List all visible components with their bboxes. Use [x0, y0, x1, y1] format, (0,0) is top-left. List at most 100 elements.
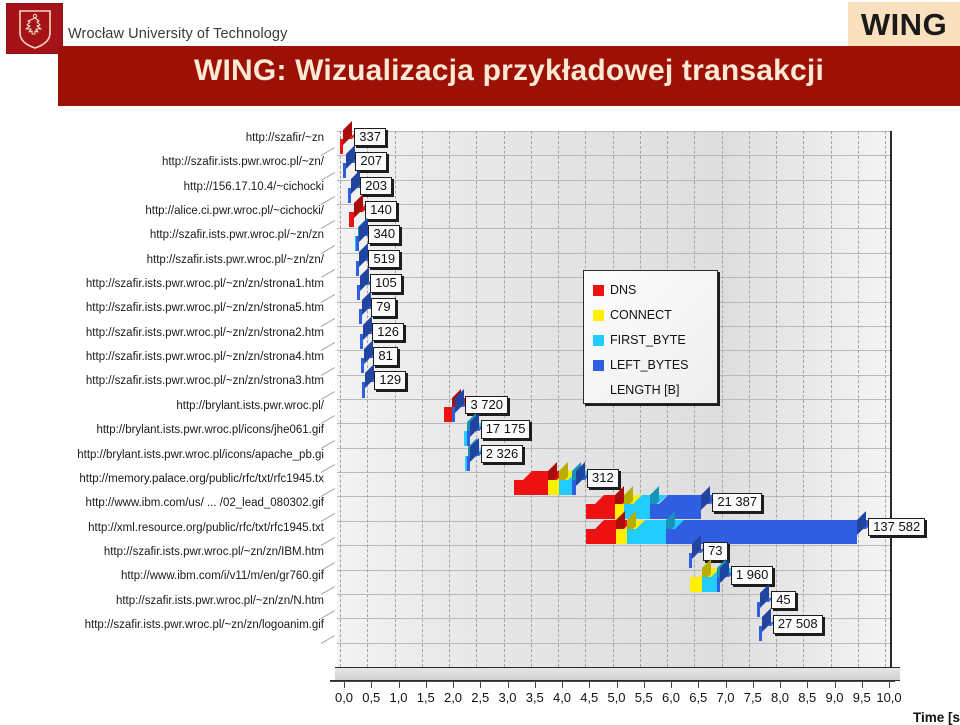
- y-axis-tick-label: http://szafir.ists.pwr.wroc.pl/~zn/zn/: [146, 253, 324, 266]
- legend-item[interactable]: DNS: [593, 283, 636, 297]
- plot-area: DNS CONNECT FIRST_BYTE LEFT_BYTES LENGTH [B]…: [320, 120, 960, 725]
- legend-color-swatch: [593, 334, 604, 346]
- legend-color-swatch: [593, 359, 604, 371]
- bar-segment-dns[interactable]: [514, 461, 567, 495]
- bar-segment-face: [361, 382, 365, 398]
- bar-segment-left-bytes[interactable]: [358, 291, 380, 325]
- bar-segment-left-bytes[interactable]: [357, 266, 379, 301]
- bar-segment-connect[interactable]: [548, 461, 578, 495]
- legend-color-swatch: [593, 284, 604, 296]
- wing-badge: WING: [848, 2, 960, 46]
- bar-segment-face: [688, 552, 693, 569]
- x-axis-tick: [425, 681, 427, 688]
- bar-segment-first-byte[interactable]: [626, 510, 685, 544]
- x-axis-tick-label: 9,5: [852, 690, 871, 705]
- legend-color-swatch: [593, 385, 604, 396]
- grid-line-vertical: [776, 131, 777, 667]
- bar-segment-face: [571, 479, 576, 495]
- bar-value-label: 17 175: [480, 420, 531, 439]
- legend-item[interactable]: LENGTH [B]: [593, 383, 679, 397]
- x-axis-tick: [507, 681, 509, 688]
- bar-segment-face: [347, 187, 351, 203]
- legend-item[interactable]: LEFT_BYTES: [593, 358, 689, 372]
- y-axis-tick-strip: [320, 131, 337, 667]
- legend-label: FIRST_BYTE: [610, 333, 686, 347]
- page-title: WING: Wizualizacja przykładowej transakc…: [194, 54, 824, 87]
- y-axis-tick-label: http://memory.palace.org/public/rfc/txt/…: [79, 472, 324, 485]
- x-axis-tick-label: 0,0: [334, 690, 354, 705]
- grid-line-vertical: [803, 131, 805, 667]
- bar-segment-left-bytes[interactable]: [359, 315, 381, 349]
- bar-segment-face: [689, 577, 702, 593]
- bar-segment-dns[interactable]: [349, 193, 373, 227]
- bar-segment-left-bytes[interactable]: [688, 534, 711, 569]
- bar-segment-left-bytes[interactable]: [342, 145, 364, 179]
- x-axis-tick: [807, 681, 809, 688]
- bar-segment-left-bytes[interactable]: [758, 608, 780, 642]
- bar-segment-face: [758, 626, 762, 642]
- bar-value-label: 340: [368, 225, 401, 244]
- bar-segment-left-bytes[interactable]: [360, 340, 382, 374]
- grid-line-vertical: [449, 131, 450, 667]
- grid-line-vertical: [857, 131, 859, 667]
- bar-segment-left-bytes[interactable]: [361, 364, 383, 398]
- x-axis-line: [330, 681, 895, 682]
- y-axis-tick-label: http://156.17.10.4/~cichocki: [183, 180, 324, 193]
- x-axis-tick: [344, 681, 345, 688]
- bar-segment-left-bytes[interactable]: [451, 388, 473, 422]
- bar-segment-left-bytes[interactable]: [649, 486, 720, 520]
- y-axis-tick-label: http://szafir/~zn: [245, 131, 324, 144]
- y-axis-labels: http://szafir/~zn http://szafir.ists.pwr.…: [0, 131, 330, 676]
- y-axis-tick-label: http://szafir.ists.pwr.wroc.pl/~zn/zn/st…: [85, 277, 324, 290]
- bar-value-label: 207: [355, 152, 388, 171]
- y-axis-tick-label: http://szafir.ists.pwr.wroc.pl/~zn/zn/st…: [85, 375, 324, 388]
- x-axis-tick: [889, 681, 890, 688]
- x-axis-tick-label: 9,0: [825, 690, 844, 705]
- grid-line-vertical: [558, 131, 559, 667]
- x-axis-tick: [616, 681, 618, 688]
- bar-segment-face: [559, 479, 572, 495]
- bar-value-label: 140: [365, 200, 397, 220]
- x-axis-tick-label: 6,0: [661, 690, 681, 705]
- bar-segment-connect[interactable]: [615, 510, 645, 544]
- bar-segment-dns[interactable]: [340, 120, 362, 154]
- bar-segment-connect[interactable]: [689, 559, 720, 593]
- bar-segment-left-bytes[interactable]: [347, 169, 369, 203]
- x-axis-title: Time [s: [909, 710, 960, 725]
- plot-floor: [330, 667, 900, 681]
- y-axis-tick-label: http://szafir.ists.pwr.wroc.pl/~zn/zn/st…: [85, 326, 324, 339]
- bar-segment-face: [586, 504, 615, 520]
- bar-value-label: 45: [771, 590, 796, 610]
- y-axis-tick-label: http://brylant.ists.pwr.wroc.pl/: [176, 399, 324, 412]
- x-axis-tick-label: 5,0: [607, 690, 626, 705]
- chart-legend: DNS CONNECT FIRST_BYTE LEFT_BYTES LENGTH [B]: [583, 270, 718, 404]
- legend-item[interactable]: CONNECT: [593, 308, 672, 322]
- x-axis-tick-label: 8,5: [798, 690, 817, 705]
- x-axis-tick-label: 3,0: [498, 690, 517, 705]
- bar-segment-dns[interactable]: [443, 388, 470, 422]
- x-axis-tick-label: 10,0: [876, 690, 902, 705]
- bar-segment-left-bytes[interactable]: [466, 437, 488, 471]
- wing-badge-label: WING: [860, 6, 948, 42]
- bar-segment-left-bytes[interactable]: [571, 461, 594, 495]
- x-axis-tick: [671, 681, 672, 688]
- bar-segment-first-byte[interactable]: [701, 559, 736, 593]
- grid-line-vertical: [748, 131, 750, 667]
- y-axis-tick-label: http://alice.ci.pwr.wroc.pl/~cichocki/: [145, 204, 324, 217]
- bar-segment-top: [658, 495, 720, 505]
- x-axis-tick-label: 0,5: [362, 690, 381, 705]
- legend-item[interactable]: FIRST_BYTE: [593, 333, 686, 347]
- bar-segment-left-bytes[interactable]: [756, 583, 779, 617]
- bar-value-label: 1 960: [730, 566, 774, 585]
- bar-segment-first-byte[interactable]: [559, 461, 590, 495]
- bar-segment-left-bytes[interactable]: [355, 242, 377, 276]
- bar-segment-left-bytes[interactable]: [717, 559, 739, 593]
- grid-line-vertical: [830, 131, 832, 667]
- y-axis-tick-label: http://szafir.ists.pwr.wroc.pl/~zn/zn: [149, 229, 324, 242]
- bar-segment-dns[interactable]: [586, 510, 634, 544]
- bar-segment-dns[interactable]: [586, 486, 633, 520]
- bar-segment-face: [756, 601, 761, 617]
- legend-color-swatch: [593, 309, 604, 321]
- grid-line-vertical: [885, 131, 886, 667]
- bar-segment-left-bytes[interactable]: [355, 218, 377, 252]
